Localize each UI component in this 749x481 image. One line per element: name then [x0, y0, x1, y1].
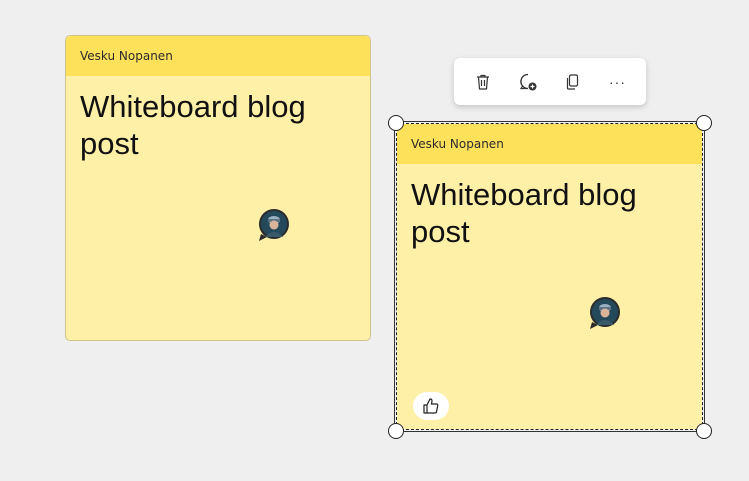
copy-icon	[566, 73, 578, 90]
collaborator-avatar[interactable]	[588, 296, 622, 330]
resize-handle-top-right[interactable]	[696, 115, 712, 131]
trash-icon	[476, 74, 489, 90]
resize-handle-top-left[interactable]	[388, 115, 404, 131]
more-icon: ···	[609, 73, 626, 90]
delete-button[interactable]	[465, 64, 501, 100]
avatar-icon	[259, 209, 289, 241]
add-comment-icon	[519, 73, 536, 90]
add-comment-button[interactable]	[510, 64, 546, 100]
sticky-note-selected[interactable]: Vesku Nopanen Whiteboard blog post	[397, 124, 702, 429]
avatar-icon	[590, 297, 620, 329]
resize-handle-bottom-left[interactable]	[388, 423, 404, 439]
thumbs-up-icon	[423, 398, 439, 414]
note-context-toolbar: ···	[454, 58, 646, 105]
more-options-button[interactable]: ···	[600, 64, 636, 100]
copy-button[interactable]	[555, 64, 591, 100]
sticky-note[interactable]: Vesku Nopanen Whiteboard blog post	[65, 35, 371, 341]
note-author: Vesku Nopanen	[397, 124, 702, 164]
like-reaction-button[interactable]	[413, 392, 449, 420]
note-text[interactable]: Whiteboard blog post	[80, 88, 350, 162]
resize-handle-bottom-right[interactable]	[696, 423, 712, 439]
note-author: Vesku Nopanen	[66, 36, 370, 76]
note-text[interactable]: Whiteboard blog post	[411, 176, 681, 250]
collaborator-avatar[interactable]	[257, 208, 291, 242]
